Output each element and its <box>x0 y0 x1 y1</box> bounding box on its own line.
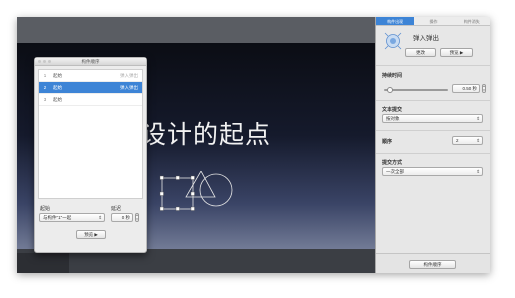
minimize-dot-icon[interactable] <box>43 60 46 63</box>
divider <box>376 153 490 154</box>
divider <box>376 65 490 66</box>
preview-button[interactable]: 预览 ▶ <box>76 230 106 239</box>
start-select-value: 与构件"1"一起 <box>43 215 72 220</box>
toolbar-strip <box>17 17 375 43</box>
inspector-tabs: 构件出现 操作 构件消失 <box>376 17 490 26</box>
divider <box>376 130 490 131</box>
start-label: 起始 <box>40 206 51 212</box>
selection-handles <box>159 175 195 211</box>
build-order-panel: 构件顺序 1 起始 弹入弹出 2 起始 弹入弹出 3 起始 起始 与构件"1"一… <box>34 57 147 253</box>
build-order-row[interactable]: 1 起始 弹入弹出 <box>39 70 142 82</box>
order-label: 顺序 <box>382 139 393 145</box>
order-value: 2 <box>456 138 459 143</box>
build-order-button[interactable]: 构件顺序 <box>409 260 456 269</box>
duration-slider-knob[interactable] <box>386 86 393 93</box>
zoom-dot-icon[interactable] <box>48 60 51 63</box>
row-name: 起始 <box>53 96 62 102</box>
row-number: 2 <box>43 85 47 90</box>
build-order-title-bar[interactable]: 构件顺序 <box>35 58 146 66</box>
tab-action[interactable]: 操作 <box>414 17 452 25</box>
divider <box>376 100 490 101</box>
row-effect: 弹入弹出 <box>120 72 138 78</box>
row-name: 起始 <box>53 84 62 90</box>
row-number: 1 <box>43 73 47 78</box>
build-order-row-selected[interactable]: 2 起始 弹入弹出 <box>39 82 142 94</box>
delay-stepper[interactable]: ▴ ▾ <box>135 213 139 222</box>
circle-shape <box>199 173 233 207</box>
tab-build-out[interactable]: 构件消失 <box>453 17 490 25</box>
build-order-row[interactable]: 3 起始 <box>39 94 142 106</box>
close-dot-icon[interactable] <box>38 60 41 63</box>
duration-field[interactable]: 0.50 秒 <box>452 84 480 93</box>
inspector-preview-button[interactable]: 预览 ▶ <box>440 48 473 57</box>
duration-stepper[interactable]: ▴ ▾ <box>482 84 486 93</box>
build-order-title: 构件顺序 <box>81 59 100 64</box>
row-name: 起始 <box>53 72 62 78</box>
pop-effect-icon <box>384 32 402 50</box>
inspector-bottom-bar: 构件顺序 <box>376 253 490 273</box>
delay-value: 0 秒 <box>121 215 130 220</box>
text-delivery-value: 按对象 <box>386 116 400 121</box>
updown-arrow-icon: ⇕ <box>476 116 480 121</box>
duration-value: 0.50 秒 <box>462 86 477 91</box>
start-select[interactable]: 与构件"1"一起 ⇕ <box>39 213 105 222</box>
updown-arrow-icon: ⇕ <box>476 169 480 174</box>
duration-slider[interactable] <box>384 86 448 93</box>
row-effect: 弹入弹出 <box>120 84 138 90</box>
build-order-list: 1 起始 弹入弹出 2 起始 弹入弹出 3 起始 <box>38 69 143 199</box>
build-inspector: 构件出现 操作 构件消失 弹入弹出 更改 预览 ▶ 持续时间 0.50 秒 ▴ ▾… <box>375 17 490 273</box>
delivery-label: 提交方式 <box>382 160 403 166</box>
updown-arrow-icon: ⇕ <box>98 215 102 220</box>
bottom-dark-area <box>17 253 69 273</box>
delay-label: 延迟 <box>111 206 122 212</box>
delay-field[interactable]: 0 秒 <box>111 213 133 222</box>
delivery-value: 一次全部 <box>386 169 404 174</box>
row-number: 3 <box>43 97 47 102</box>
updown-arrow-icon: ⇕ <box>476 138 480 143</box>
keynote-window: 设计的起点 构件顺序 1 起始 弹入弹出 2 起始 弹入弹出 3 起始 起始 与… <box>17 17 490 273</box>
window-controls <box>38 60 51 63</box>
change-button[interactable]: 更改 <box>405 48 436 57</box>
tab-build-in[interactable]: 构件出现 <box>376 17 415 25</box>
duration-label: 持续时间 <box>382 73 403 79</box>
text-delivery-select[interactable]: 按对象 ⇕ <box>382 114 483 123</box>
delivery-select[interactable]: 一次全部 ⇕ <box>382 167 483 176</box>
slide-shapes[interactable] <box>157 171 257 241</box>
slide-title[interactable]: 设计的起点 <box>141 115 271 151</box>
effect-name: 弹入弹出 <box>413 35 439 42</box>
text-delivery-label: 文本提交 <box>382 107 403 113</box>
order-select[interactable]: 2 ⇕ <box>452 136 483 145</box>
